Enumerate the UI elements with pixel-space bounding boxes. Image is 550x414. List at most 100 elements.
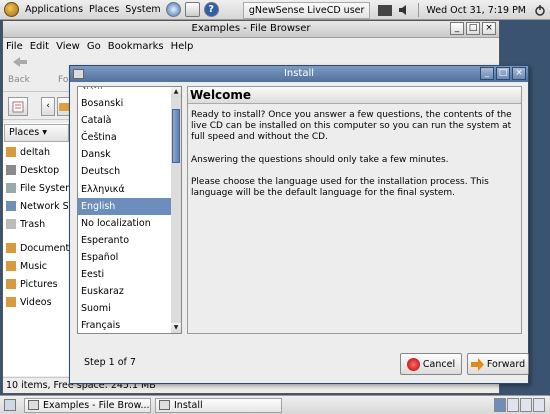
install-dialog: Install _ □ × বাংলা Bosanski Català Češt… xyxy=(69,65,529,384)
task-label: Install xyxy=(174,400,203,411)
place-label: Videos xyxy=(20,296,52,308)
workspace-3[interactable] xyxy=(520,398,532,412)
places-menu[interactable]: Places xyxy=(86,0,122,20)
network-icon xyxy=(6,201,16,211)
web-browser-launcher-icon[interactable] xyxy=(165,2,181,17)
close-button[interactable]: × xyxy=(512,67,526,80)
cancel-icon xyxy=(406,357,420,371)
close-button[interactable]: × xyxy=(482,22,496,35)
forward-button[interactable]: Forward xyxy=(467,353,529,375)
file-browser-titlebar[interactable]: Examples - File Browser _ □ × xyxy=(3,21,499,38)
power-icon[interactable] xyxy=(534,4,546,16)
place-item[interactable]: File System xyxy=(3,179,70,197)
workspace-1[interactable] xyxy=(494,398,506,412)
welcome-heading: Welcome xyxy=(188,87,521,104)
language-item[interactable]: Esperanto xyxy=(78,232,171,249)
place-item[interactable]: Network Se xyxy=(3,197,70,215)
folder-icon xyxy=(6,279,16,289)
language-item[interactable]: No localization xyxy=(78,215,171,232)
language-item[interactable]: Bosanski xyxy=(78,95,171,112)
scroll-down-arrow-icon[interactable]: ▼ xyxy=(171,323,181,333)
workspace-4[interactable] xyxy=(533,398,545,412)
volume-icon[interactable] xyxy=(398,4,410,16)
language-item[interactable]: Čeština xyxy=(78,129,171,146)
task-label: Examples - File Brow... xyxy=(43,400,150,411)
network-monitor-icon[interactable] xyxy=(378,4,393,16)
forward-button[interactable]: Fo xyxy=(58,75,68,85)
mail-launcher-icon[interactable] xyxy=(184,2,200,17)
place-label: Music xyxy=(20,260,48,272)
minimize-button[interactable]: _ xyxy=(480,67,494,80)
place-item[interactable]: Pictures xyxy=(3,275,70,293)
place-item[interactable]: deltah xyxy=(3,143,70,161)
path-left-arrow-button[interactable]: ‹ xyxy=(41,97,55,116)
language-item[interactable]: বাংলা xyxy=(78,87,171,95)
welcome-panel: Welcome Ready to install? Once you answe… xyxy=(187,86,522,334)
folder-icon xyxy=(6,297,16,307)
duration-paragraph: Answering the questions should only take… xyxy=(191,154,449,165)
cancel-button[interactable]: Cancel xyxy=(400,353,462,375)
install-titlebar[interactable]: Install _ □ × xyxy=(70,66,528,82)
language-item[interactable]: Català xyxy=(78,112,171,129)
language-item[interactable]: Eesti xyxy=(78,266,171,283)
cancel-label: Cancel xyxy=(422,358,456,370)
file-browser-title: Examples - File Browser xyxy=(191,23,311,34)
language-list[interactable]: বাংলা Bosanski Català Čeština Dansk Deut… xyxy=(77,86,172,334)
menu-go[interactable]: Go xyxy=(87,41,101,52)
place-item[interactable]: Videos xyxy=(3,293,70,311)
place-label: Desktop xyxy=(20,164,60,176)
show-desktop-icon[interactable] xyxy=(4,399,16,411)
maximize-button[interactable]: □ xyxy=(466,22,480,35)
drive-icon xyxy=(6,183,16,193)
language-item[interactable]: Suomi xyxy=(78,300,171,317)
places-dropdown[interactable]: Places ▾ xyxy=(4,124,69,142)
install-title: Install xyxy=(283,68,315,79)
menu-view[interactable]: View xyxy=(56,41,80,52)
language-scrollbar[interactable]: ▲ ▼ xyxy=(171,86,182,334)
window-menu-icon[interactable] xyxy=(73,69,84,79)
place-item[interactable]: Desktop xyxy=(3,161,70,179)
trash-icon xyxy=(6,219,16,229)
install-icon xyxy=(159,400,170,410)
intro-paragraph: Ready to install? Once you answer a few … xyxy=(191,110,512,143)
file-browser-menubar: File Edit View Go Bookmarks Help xyxy=(3,38,499,55)
language-item[interactable]: Deutsch xyxy=(78,163,171,180)
place-label: File System xyxy=(20,182,71,194)
gnu-logo-icon[interactable] xyxy=(4,2,19,17)
place-item[interactable]: Trash xyxy=(3,215,70,233)
language-item[interactable]: Dansk xyxy=(78,146,171,163)
places-sidebar: Places ▾ deltah Desktop File System Netw… xyxy=(3,123,71,376)
place-item[interactable]: Music xyxy=(3,257,70,275)
taskbar-item-install[interactable]: Install xyxy=(155,398,282,413)
scrollbar-thumb[interactable] xyxy=(172,109,180,163)
language-item[interactable]: Français xyxy=(78,317,171,333)
language-item[interactable]: Euskaraz xyxy=(78,283,171,300)
scroll-up-arrow-icon[interactable]: ▲ xyxy=(171,87,181,97)
menu-file[interactable]: File xyxy=(6,41,23,52)
forward-label: Forward xyxy=(486,358,526,370)
panel-separator xyxy=(418,3,420,17)
toggle-location-button[interactable] xyxy=(8,97,28,116)
language-item[interactable]: Ελληνικά xyxy=(78,181,171,198)
language-item[interactable]: Español xyxy=(78,249,171,266)
menu-bookmarks[interactable]: Bookmarks xyxy=(108,41,164,52)
back-button[interactable]: Back xyxy=(8,75,30,85)
help-launcher-icon[interactable]: ? xyxy=(203,2,219,17)
place-label: Documents xyxy=(20,242,71,254)
place-label: Trash xyxy=(20,218,46,230)
language-item-selected[interactable]: English xyxy=(78,197,171,215)
workspace-2[interactable] xyxy=(507,398,519,412)
minimize-button[interactable]: _ xyxy=(450,22,464,35)
applications-menu[interactable]: Applications xyxy=(22,0,86,20)
system-menu[interactable]: System xyxy=(122,0,163,20)
panel-window-title[interactable]: gNewSense LiveCD user xyxy=(242,1,371,19)
place-item[interactable]: Documents xyxy=(3,239,70,257)
file-browser-icon xyxy=(28,400,39,410)
menu-edit[interactable]: Edit xyxy=(30,41,49,52)
taskbar-item-file-browser[interactable]: Examples - File Brow... xyxy=(24,398,151,413)
top-panel: Applications Places System ? gNewSense L… xyxy=(0,0,550,20)
maximize-button[interactable]: □ xyxy=(496,67,510,80)
clock[interactable]: Wed Oct 31, 7:19 PM xyxy=(422,5,530,16)
menu-help[interactable]: Help xyxy=(171,41,194,52)
place-label: Pictures xyxy=(20,278,58,290)
